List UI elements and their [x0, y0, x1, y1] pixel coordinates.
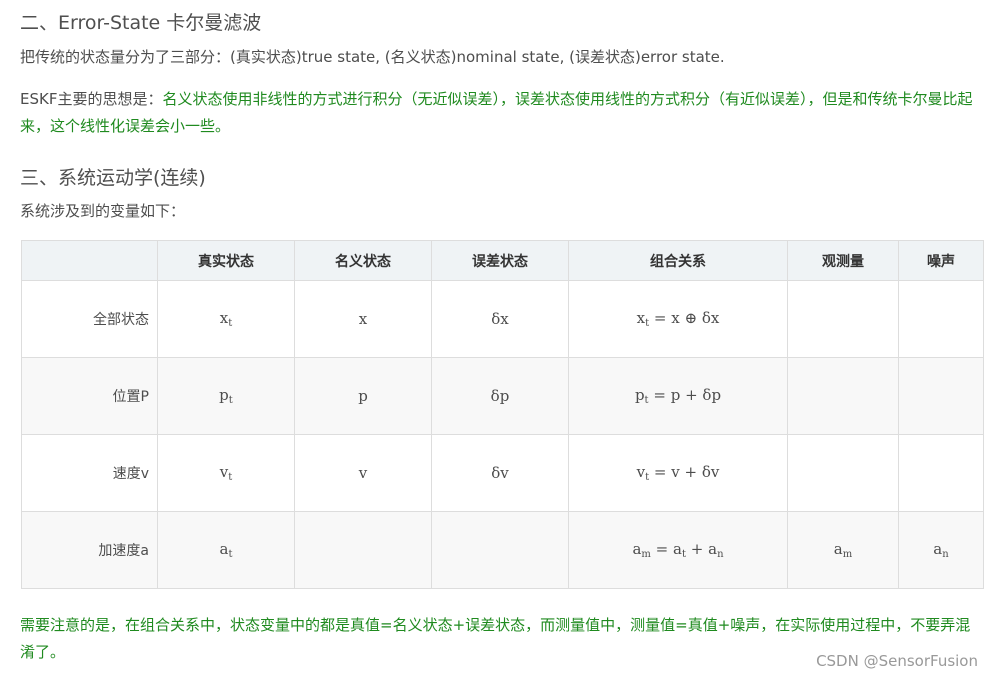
table-row: 全部状态 xt x δx xt = x ⊕ δx	[21, 280, 984, 358]
header-relation: 组合关系	[568, 240, 788, 281]
section-heading-eskf: 二、Error-State 卡尔曼滤波	[20, 12, 262, 34]
row-label: 全部状态	[21, 280, 158, 358]
table-row: 加速度a at am = at + an am an	[21, 511, 984, 589]
nominal-state-cell: p	[294, 357, 432, 435]
error-state-cell: δv	[431, 434, 569, 512]
header-error-state: 误差状态	[431, 240, 569, 281]
true-state-cell: pt	[157, 357, 295, 435]
eskf-idea-lead: ESKF主要的思想是：	[20, 90, 163, 108]
section-heading-kinematics: 三、系统运动学(连续)	[20, 167, 206, 189]
eskf-idea-paragraph: ESKF主要的思想是：名义状态使用非线性的方式进行积分（无近似误差），误差状态使…	[20, 86, 980, 140]
true-state-cell: xt	[157, 280, 295, 358]
nominal-state-cell	[294, 511, 432, 589]
row-label: 位置P	[21, 357, 158, 435]
noise-cell: an	[898, 511, 984, 589]
header-noise: 噪声	[898, 240, 984, 281]
eskf-idea-highlight: 名义状态使用非线性的方式进行积分（无近似误差），误差状态使用线性的方式积分（有近…	[20, 90, 973, 135]
state-split-paragraph: 把传统的状态量分为了三部分：(真实状态)true state, (名义状态)no…	[20, 48, 725, 66]
error-state-cell: δx	[431, 280, 569, 358]
observation-cell	[787, 357, 899, 435]
true-state-cell: vt	[157, 434, 295, 512]
row-label: 速度v	[21, 434, 158, 512]
row-label: 加速度a	[21, 511, 158, 589]
variables-intro: 系统涉及到的变量如下：	[20, 202, 186, 220]
observation-cell	[787, 434, 899, 512]
relation-cell: xt = x ⊕ δx	[568, 280, 788, 358]
error-state-cell	[431, 511, 569, 589]
relation-cell: pt = p + δp	[568, 357, 788, 435]
observation-cell	[787, 280, 899, 358]
true-state-cell: at	[157, 511, 295, 589]
table-row: 速度v vt v δv vt = v + δv	[21, 434, 984, 512]
noise-cell	[898, 357, 984, 435]
nominal-state-cell: v	[294, 434, 432, 512]
noise-cell	[898, 434, 984, 512]
header-nominal-state: 名义状态	[294, 240, 432, 281]
nominal-state-cell: x	[294, 280, 432, 358]
table-header-row: 真实状态 名义状态 误差状态 组合关系 观测量 噪声	[21, 240, 984, 281]
observation-cell: am	[787, 511, 899, 589]
noise-cell	[898, 280, 984, 358]
relation-cell: am = at + an	[568, 511, 788, 589]
header-empty	[21, 240, 158, 281]
variables-table: 真实状态 名义状态 误差状态 组合关系 观测量 噪声 全部状态 xt x δx …	[21, 240, 984, 589]
header-observation: 观测量	[787, 240, 899, 281]
table-row: 位置P pt p δp pt = p + δp	[21, 357, 984, 435]
csdn-watermark: CSDN @SensorFusion	[816, 652, 978, 670]
header-true-state: 真实状态	[157, 240, 295, 281]
error-state-cell: δp	[431, 357, 569, 435]
relation-cell: vt = v + δv	[568, 434, 788, 512]
